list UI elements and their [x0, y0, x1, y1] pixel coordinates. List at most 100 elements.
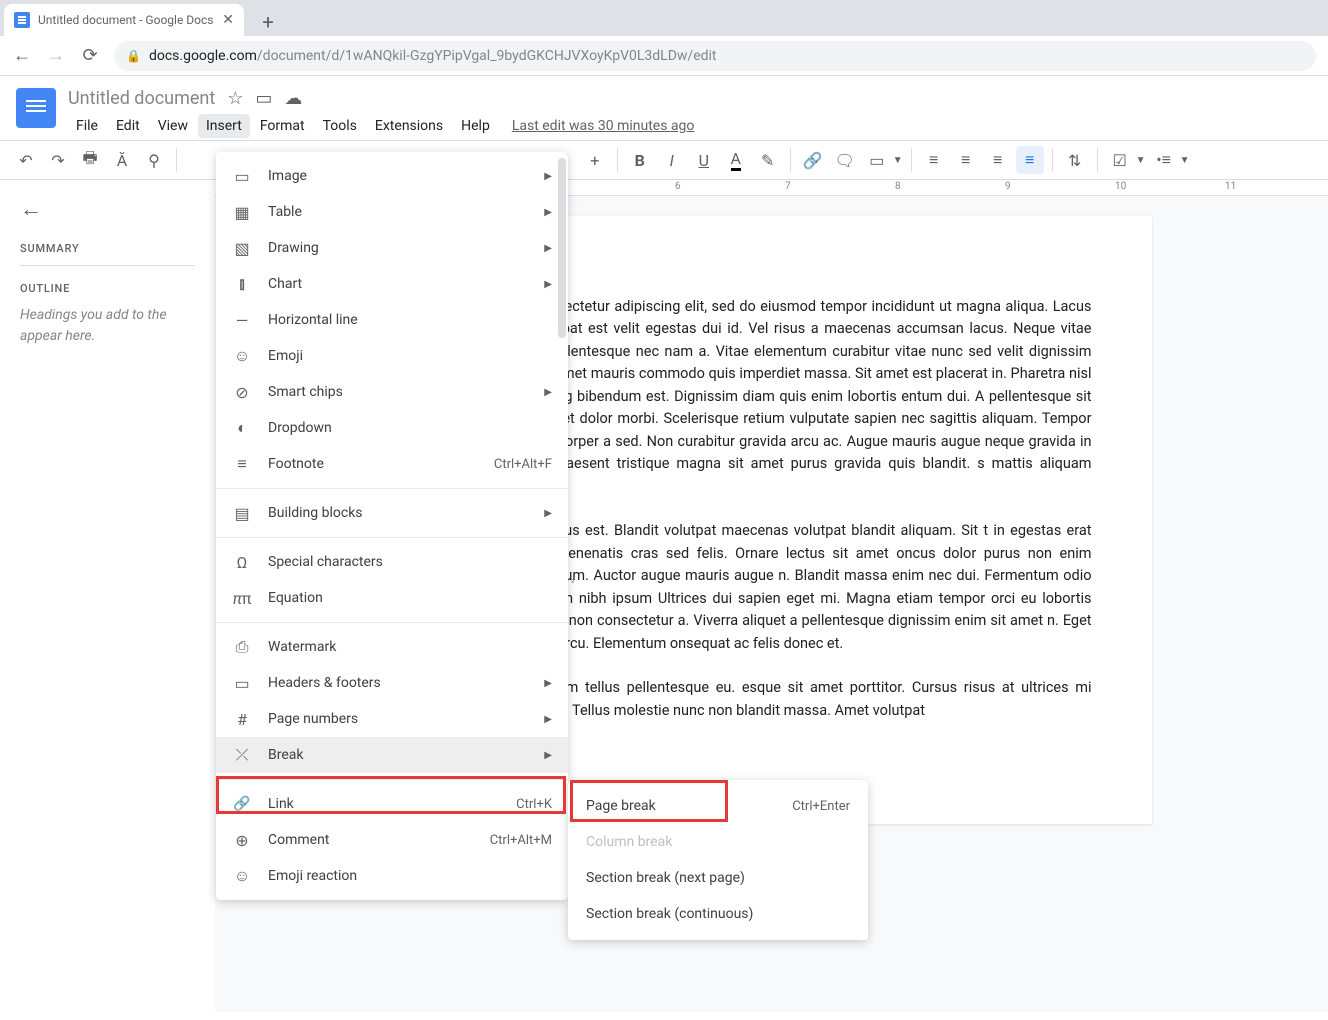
menu-item-special-characters[interactable]: Special characters	[216, 544, 568, 580]
menu-view[interactable]: View	[150, 114, 196, 138]
menu-item-page-numbers[interactable]: Page numbers▶	[216, 701, 568, 737]
browser-tab[interactable]: Untitled document - Google Docs ✕	[4, 4, 244, 36]
docs-header: Untitled document ☆ ▭ ☁ File Edit View I…	[0, 76, 1328, 140]
chevron-right-icon: ▶	[544, 243, 552, 254]
tab-title: Untitled document - Google Docs	[38, 13, 214, 27]
menu-format[interactable]: Format	[252, 114, 313, 138]
menu-help[interactable]: Help	[453, 114, 498, 138]
url-path: /document/d/1wANQkil-GzgYPipVgal_9bydGKC…	[257, 48, 717, 64]
align-right-button[interactable]: ≡	[984, 146, 1012, 174]
underline-button[interactable]: U	[690, 146, 718, 174]
menu-label: Page break	[586, 798, 776, 814]
undo-button[interactable]: ↶	[12, 146, 40, 174]
last-edit-link[interactable]: Last edit was 30 minutes ago	[512, 118, 695, 134]
submenu-item-column-break: Column break	[568, 824, 868, 860]
menu-label: Headers & footers	[268, 675, 528, 691]
insert-image-button[interactable]: ▭	[863, 146, 891, 174]
drawing-icon	[232, 238, 252, 258]
menu-item-chart[interactable]: Chart▶	[216, 266, 568, 302]
menu-item-emoji[interactable]: Emoji	[216, 338, 568, 374]
spellcheck-button[interactable]: Ă	[108, 146, 136, 174]
highlight-button[interactable]: ✎	[754, 146, 782, 174]
separator	[911, 148, 912, 172]
menu-separator	[216, 488, 568, 489]
print-button[interactable]: 🖶	[76, 146, 104, 174]
chevron-down-icon[interactable]: ▼	[1180, 155, 1190, 166]
menu-item-horizontal-line[interactable]: Horizontal line	[216, 302, 568, 338]
image-icon	[232, 166, 252, 186]
submenu-item-section-break-continuous-[interactable]: Section break (continuous)	[568, 896, 868, 932]
menu-shortcut: Ctrl+Alt+M	[490, 833, 552, 848]
submenu-item-page-break[interactable]: Page breakCtrl+Enter	[568, 788, 868, 824]
chevron-down-icon[interactable]: ▼	[1136, 155, 1146, 166]
comment-icon	[232, 830, 252, 850]
insert-comment-button[interactable]: 🗨	[831, 146, 859, 174]
link-icon	[232, 794, 252, 814]
document-title[interactable]: Untitled document	[68, 88, 215, 109]
menu-item-smart-chips[interactable]: Smart chips▶	[216, 374, 568, 410]
hash-icon	[232, 709, 252, 729]
italic-button[interactable]: I	[658, 146, 686, 174]
menu-item-watermark[interactable]: Watermark	[216, 629, 568, 665]
menu-item-dropdown[interactable]: Dropdown	[216, 410, 568, 446]
menu-extensions[interactable]: Extensions	[367, 114, 451, 138]
reload-button[interactable]: ⟳	[80, 45, 100, 66]
menubar: File Edit View Insert Format Tools Exten…	[68, 112, 694, 140]
menu-label: Chart	[268, 276, 528, 292]
menu-item-building-blocks[interactable]: Building blocks▶	[216, 495, 568, 531]
font-size-increase[interactable]: +	[581, 146, 609, 174]
menu-file[interactable]: File	[68, 114, 106, 138]
chart-icon	[232, 274, 252, 294]
menu-item-table[interactable]: Table▶	[216, 194, 568, 230]
menu-label: Column break	[586, 834, 850, 850]
menu-item-footnote[interactable]: FootnoteCtrl+Alt+F	[216, 446, 568, 482]
submenu-item-section-break-next-page-[interactable]: Section break (next page)	[568, 860, 868, 896]
new-tab-button[interactable]: +	[254, 8, 282, 36]
menu-item-headers-footers[interactable]: Headers & footers▶	[216, 665, 568, 701]
cloud-status-icon[interactable]: ☁	[284, 88, 302, 109]
tab-strip: Untitled document - Google Docs ✕ +	[0, 0, 1328, 36]
insert-link-button[interactable]: 🔗	[799, 146, 827, 174]
omnibox[interactable]: 🔒 docs.google.com/document/d/1wANQkil-Gz…	[114, 41, 1316, 71]
bulleted-list-button[interactable]: •≡	[1150, 146, 1178, 174]
align-center-button[interactable]: ≡	[952, 146, 980, 174]
move-icon[interactable]: ▭	[255, 88, 272, 109]
menu-item-emoji-reaction[interactable]: Emoji reaction	[216, 858, 568, 894]
docs-favicon	[14, 12, 30, 28]
paint-format-button[interactable]: ⚲	[140, 146, 168, 174]
menu-item-comment[interactable]: CommentCtrl+Alt+M	[216, 822, 568, 858]
menu-tools[interactable]: Tools	[315, 114, 365, 138]
emoji-icon	[232, 866, 252, 886]
align-left-button[interactable]: ≡	[920, 146, 948, 174]
menu-label: Smart chips	[268, 384, 528, 400]
menu-item-break[interactable]: Break▶	[216, 737, 568, 773]
text-color-button[interactable]: A	[722, 146, 750, 174]
menu-insert[interactable]: Insert	[198, 114, 250, 138]
chevron-down-icon[interactable]: ▼	[893, 155, 903, 166]
chips-icon	[232, 382, 252, 402]
checklist-button[interactable]: ☑	[1106, 146, 1134, 174]
menu-label: Drawing	[268, 240, 528, 256]
divider	[20, 265, 195, 266]
menu-edit[interactable]: Edit	[108, 114, 148, 138]
menu-item-drawing[interactable]: Drawing ▶	[216, 230, 568, 266]
forward-button[interactable]: →	[46, 45, 66, 66]
line-spacing-button[interactable]: ⇅	[1061, 146, 1089, 174]
separator	[1052, 148, 1053, 172]
menu-item-equation[interactable]: π²Equation	[216, 580, 568, 616]
docs-logo[interactable]	[16, 88, 56, 128]
menu-item-image[interactable]: Image▶	[216, 158, 568, 194]
star-icon[interactable]: ☆	[227, 88, 243, 109]
dropdown-icon	[232, 418, 252, 438]
align-justify-button[interactable]: ≡	[1016, 146, 1044, 174]
insert-menu[interactable]: Image▶Table▶Drawing▶Chart▶Horizontal lin…	[216, 152, 568, 900]
bold-button[interactable]: B	[626, 146, 654, 174]
menu-item-link[interactable]: LinkCtrl+K	[216, 786, 568, 822]
close-tab-icon[interactable]: ✕	[222, 12, 234, 28]
menu-label: Emoji	[268, 348, 552, 364]
redo-button[interactable]: ↷	[44, 146, 72, 174]
chevron-right-icon: ▶	[544, 750, 552, 761]
outline-collapse-button[interactable]: ←	[20, 196, 195, 222]
break-submenu[interactable]: Page breakCtrl+Enter Column break Section …	[568, 780, 868, 940]
back-button[interactable]: ←	[12, 45, 32, 66]
